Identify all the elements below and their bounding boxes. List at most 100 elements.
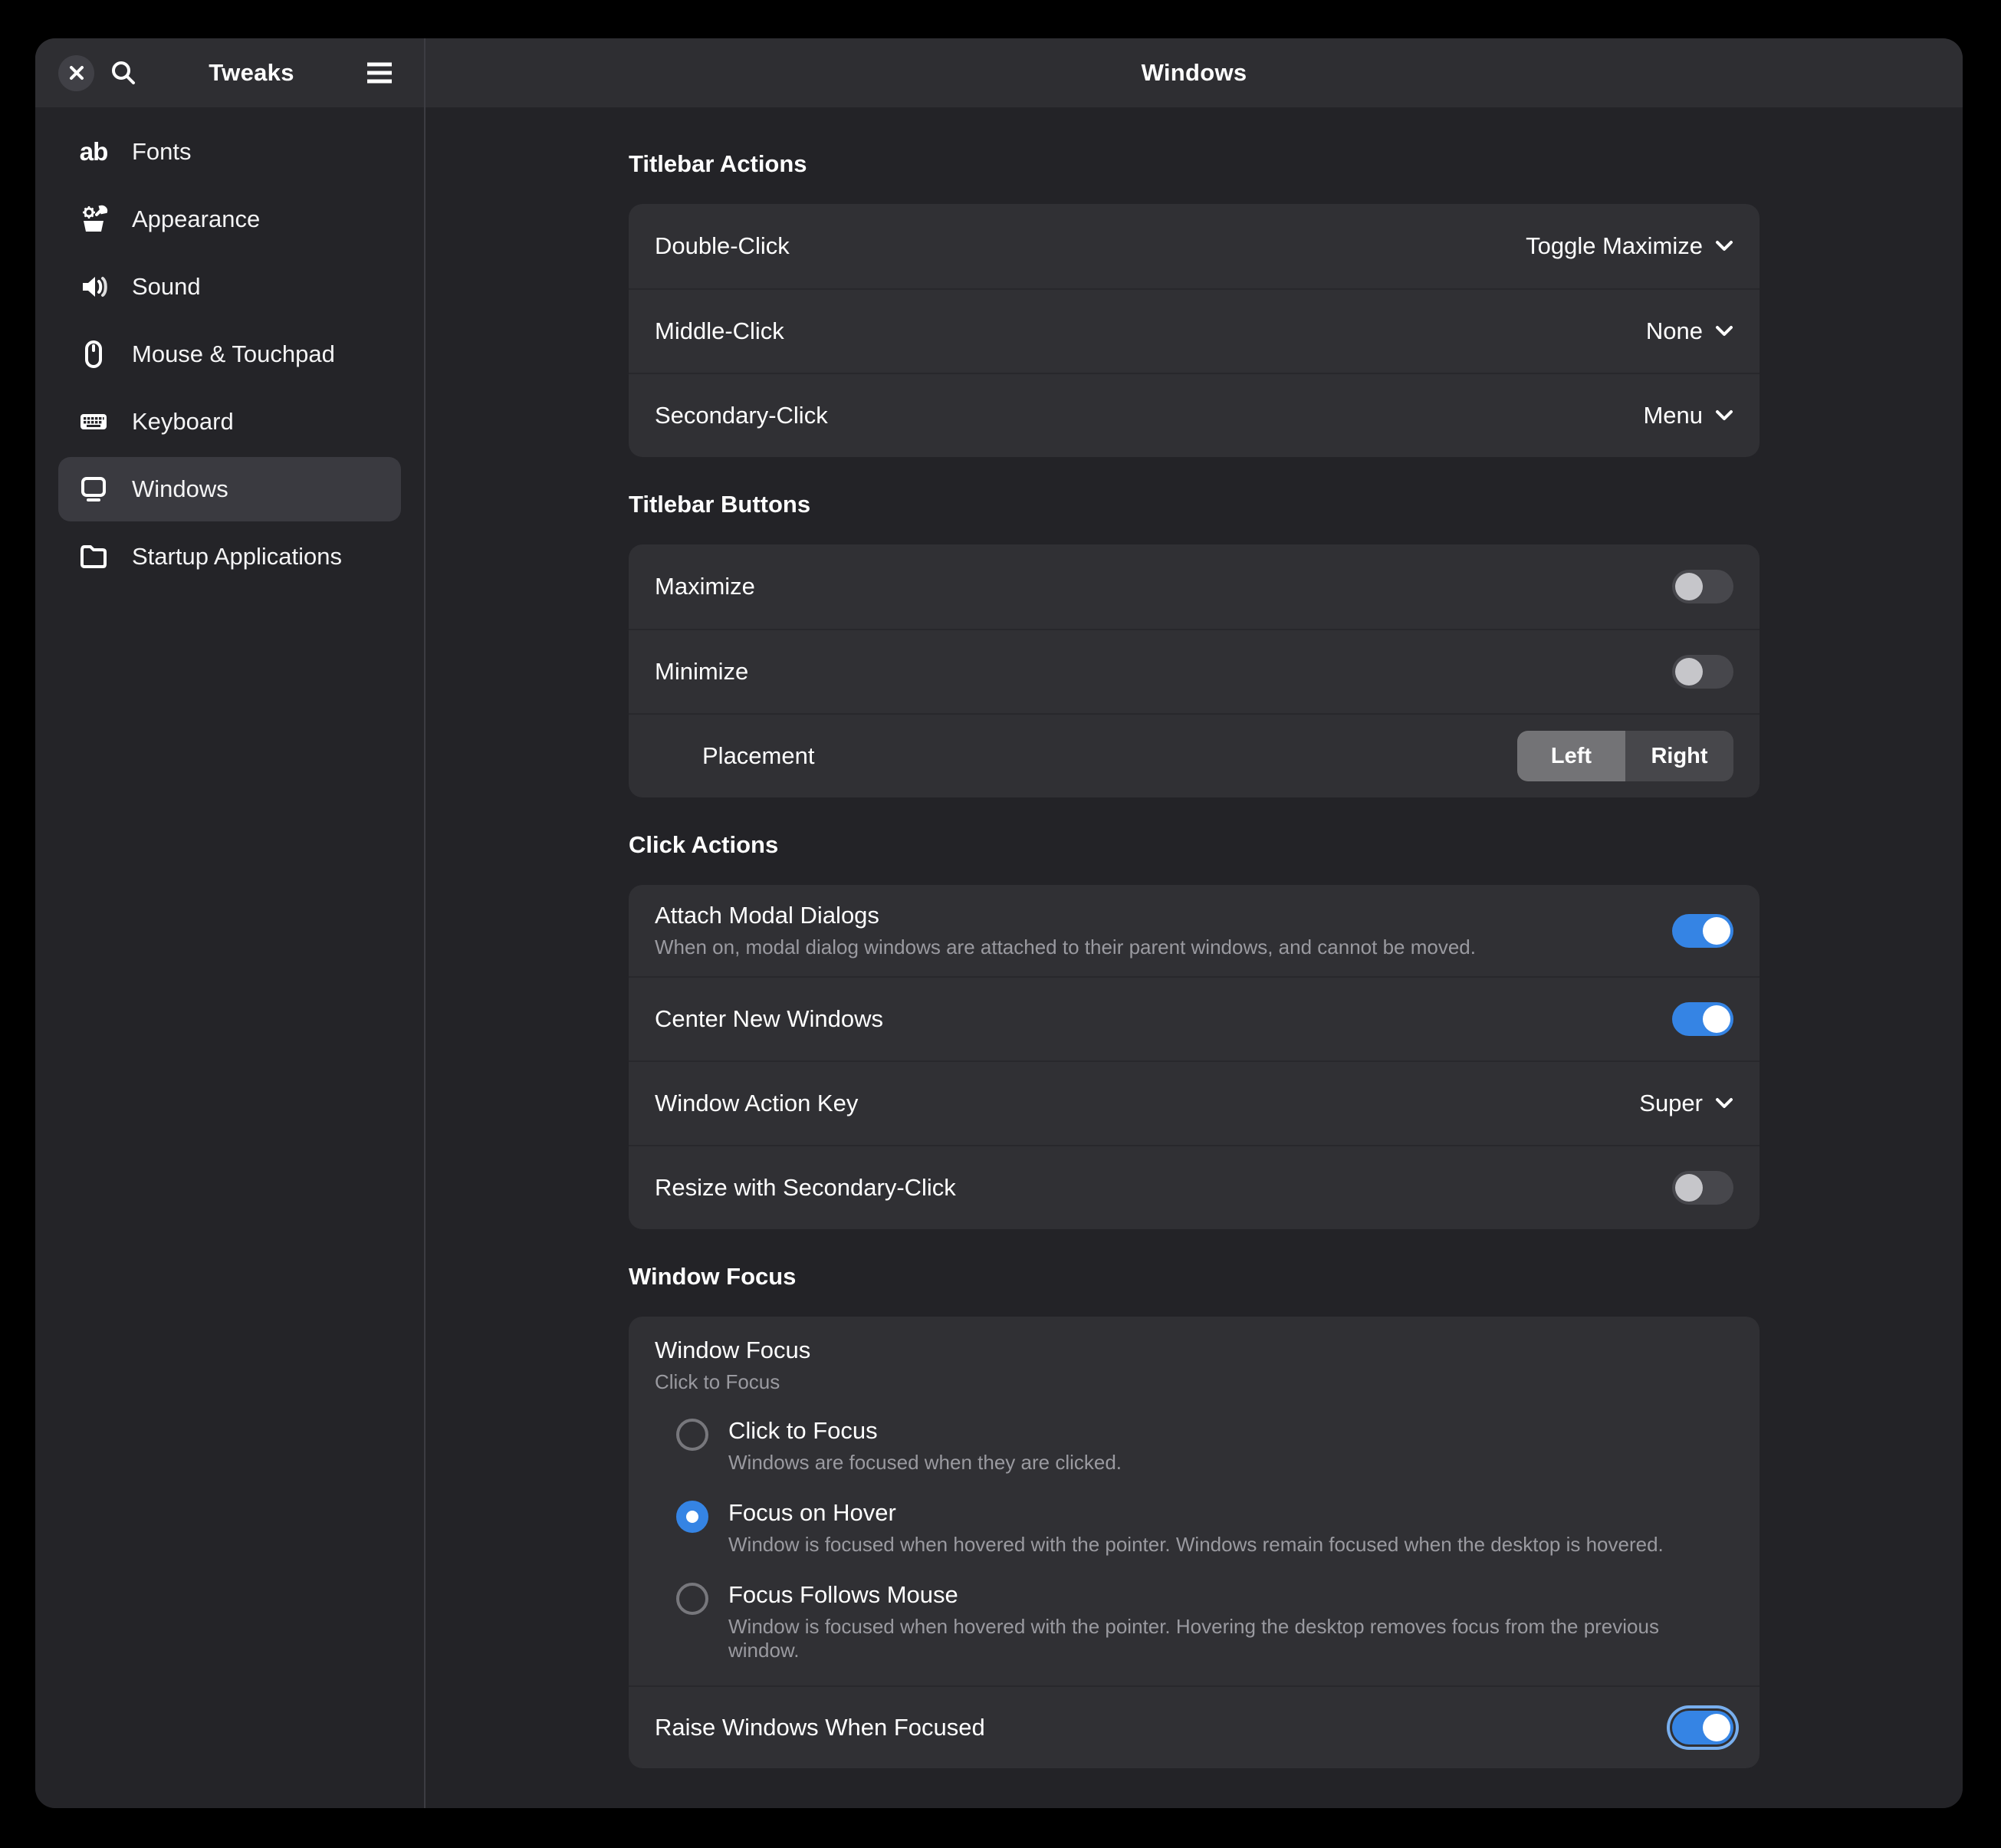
maximize-label: Maximize xyxy=(655,573,755,600)
center-new-windows-row: Center New Windows xyxy=(629,976,1760,1060)
attach-modal-dialogs-row: Attach Modal Dialogs When on, modal dial… xyxy=(629,885,1760,976)
middle-click-label: Middle-Click xyxy=(655,317,784,345)
focus-follows-mouse-option[interactable]: Focus Follows Mouse Window is focused wh… xyxy=(629,1569,1760,1675)
hamburger-icon xyxy=(364,61,395,85)
middle-click-dropdown[interactable]: None xyxy=(1646,317,1733,345)
attach-modal-dialogs-toggle[interactable] xyxy=(1672,914,1733,948)
window-focus-card: Window Focus Click to Focus Click to Foc… xyxy=(629,1317,1760,1768)
click-to-focus-texts: Click to Focus Windows are focused when … xyxy=(728,1417,1122,1475)
settings-page-windows: Titlebar Actions Double-Click Toggle Max… xyxy=(426,107,1963,1808)
attach-modal-dialogs-text: Attach Modal Dialogs When on, modal dial… xyxy=(655,885,1476,976)
close-button[interactable] xyxy=(58,55,94,91)
sidebar-item-windows[interactable]: Windows xyxy=(58,457,401,521)
double-click-label: Double-Click xyxy=(655,232,790,260)
toggle-knob xyxy=(1703,1714,1730,1741)
sidebar-item-label: Keyboard xyxy=(132,408,234,436)
app-title: Tweaks xyxy=(153,59,350,87)
window-focus-expander-title: Window Focus xyxy=(655,1337,1733,1364)
windows-icon xyxy=(78,474,109,505)
search-button[interactable] xyxy=(102,51,145,94)
placement-segmented-control: Left Right xyxy=(1517,731,1733,781)
sidebar-item-fonts[interactable]: ab Fonts xyxy=(58,120,401,184)
secondary-click-dropdown[interactable]: Menu xyxy=(1643,402,1733,429)
minimize-row: Minimize xyxy=(629,629,1760,713)
toggle-knob xyxy=(1675,573,1703,600)
sidebar-item-label: Appearance xyxy=(132,206,260,233)
tweaks-window: Tweaks Windows ab Fonts Appearance xyxy=(35,38,1963,1808)
focus-on-hover-texts: Focus on Hover Window is focused when ho… xyxy=(728,1499,1664,1557)
radio-selected-icon xyxy=(676,1501,708,1533)
page-title: Windows xyxy=(1142,59,1247,87)
raise-windows-when-focused-toggle[interactable] xyxy=(1672,1711,1733,1744)
resize-secondary-click-label: Resize with Secondary-Click xyxy=(655,1174,956,1202)
window-focus-expander[interactable]: Window Focus Click to Focus xyxy=(629,1317,1760,1405)
toggle-knob xyxy=(1675,1174,1703,1202)
focus-on-hover-description: Window is focused when hovered with the … xyxy=(728,1533,1664,1557)
menu-button[interactable] xyxy=(358,51,401,94)
maximize-row: Maximize xyxy=(629,544,1760,629)
focus-follows-mouse-label: Focus Follows Mouse xyxy=(728,1581,1733,1609)
resize-secondary-click-row: Resize with Secondary-Click xyxy=(629,1145,1760,1229)
sidebar-item-label: Windows xyxy=(132,475,228,503)
toggle-knob xyxy=(1703,1005,1730,1033)
sidebar-item-keyboard[interactable]: Keyboard xyxy=(58,390,401,454)
appearance-icon xyxy=(78,204,109,235)
resize-secondary-click-toggle[interactable] xyxy=(1672,1171,1733,1205)
sidebar-item-label: Sound xyxy=(132,273,201,301)
chevron-down-icon xyxy=(1715,409,1733,422)
radio-unselected-icon xyxy=(676,1419,708,1451)
window-action-key-label: Window Action Key xyxy=(655,1090,858,1117)
chevron-down-icon xyxy=(1715,240,1733,252)
center-new-windows-label: Center New Windows xyxy=(655,1005,883,1033)
secondary-click-label: Secondary-Click xyxy=(655,402,828,429)
raise-windows-when-focused-label: Raise Windows When Focused xyxy=(655,1714,985,1741)
section-title-titlebar-buttons: Titlebar Buttons xyxy=(629,491,1760,518)
titlebar-actions-card: Double-Click Toggle Maximize Middle-Clic… xyxy=(629,204,1760,457)
sidebar-item-label: Startup Applications xyxy=(132,543,342,571)
sidebar-item-sound[interactable]: Sound xyxy=(58,255,401,319)
keyboard-icon xyxy=(78,406,109,437)
sidebar-headerbar: Tweaks xyxy=(35,38,426,107)
focus-on-hover-option[interactable]: Focus on Hover Window is focused when ho… xyxy=(629,1487,1760,1569)
middle-click-row: Middle-Click None xyxy=(629,288,1760,373)
fonts-icon: ab xyxy=(78,136,109,167)
sidebar-item-mouse-touchpad[interactable]: Mouse & Touchpad xyxy=(58,322,401,386)
attach-modal-dialogs-description: When on, modal dialog windows are attach… xyxy=(655,936,1476,959)
click-actions-card: Attach Modal Dialogs When on, modal dial… xyxy=(629,885,1760,1229)
window-action-key-dropdown[interactable]: Super xyxy=(1639,1090,1733,1117)
click-to-focus-label: Click to Focus xyxy=(728,1417,1122,1445)
attach-modal-dialogs-label: Attach Modal Dialogs xyxy=(655,902,1476,929)
sound-icon xyxy=(78,271,109,302)
raise-windows-when-focused-row: Raise Windows When Focused xyxy=(629,1685,1760,1768)
folder-icon xyxy=(78,541,109,572)
window-action-key-row: Window Action Key Super xyxy=(629,1060,1760,1145)
titlebar-buttons-card: Maximize Minimize Placement Left Right xyxy=(629,544,1760,797)
placement-row: Placement Left Right xyxy=(629,713,1760,797)
focus-follows-mouse-description: Window is focused when hovered with the … xyxy=(728,1615,1733,1662)
placement-left-button[interactable]: Left xyxy=(1517,731,1625,781)
maximize-toggle[interactable] xyxy=(1672,570,1733,603)
search-icon xyxy=(110,59,137,87)
chevron-down-icon xyxy=(1715,325,1733,337)
placement-right-button[interactable]: Right xyxy=(1625,731,1733,781)
chevron-down-icon xyxy=(1715,1097,1733,1110)
double-click-dropdown[interactable]: Toggle Maximize xyxy=(1526,232,1733,260)
click-to-focus-option[interactable]: Click to Focus Windows are focused when … xyxy=(629,1405,1760,1487)
toggle-knob xyxy=(1675,658,1703,686)
close-icon xyxy=(67,64,86,82)
sidebar-item-appearance[interactable]: Appearance xyxy=(58,187,401,252)
sidebar: ab Fonts Appearance S xyxy=(35,107,426,1808)
section-title-click-actions: Click Actions xyxy=(629,831,1760,859)
section-title-window-focus: Window Focus xyxy=(629,1263,1760,1291)
toggle-knob xyxy=(1703,917,1730,945)
radio-unselected-icon xyxy=(676,1583,708,1615)
main-headerbar: Windows xyxy=(426,38,1963,107)
minimize-toggle[interactable] xyxy=(1672,655,1733,689)
center-new-windows-toggle[interactable] xyxy=(1672,1002,1733,1036)
focus-on-hover-label: Focus on Hover xyxy=(728,1499,1664,1527)
sidebar-item-startup-applications[interactable]: Startup Applications xyxy=(58,524,401,589)
click-to-focus-description: Windows are focused when they are clicke… xyxy=(728,1451,1122,1475)
section-title-titlebar-actions: Titlebar Actions xyxy=(629,150,1760,178)
minimize-label: Minimize xyxy=(655,658,748,686)
mouse-icon xyxy=(78,339,109,370)
